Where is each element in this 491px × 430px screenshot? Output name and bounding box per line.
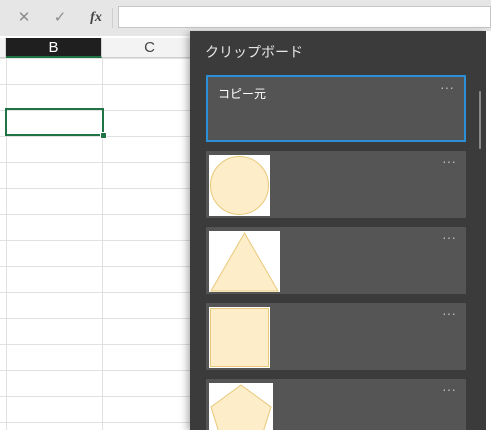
clipboard-item-text-label: コピー元 [218, 87, 267, 101]
column-header-c[interactable]: C [102, 38, 198, 58]
active-cell[interactable] [5, 108, 104, 136]
clipboard-item-triangle[interactable]: ··· [206, 227, 466, 294]
clipboard-item-text[interactable]: コピー元 ··· [206, 75, 466, 142]
more-options-icon[interactable]: ··· [442, 381, 456, 397]
more-options-icon[interactable]: ··· [442, 153, 456, 169]
clipboard-item-pentagon[interactable]: ··· [206, 379, 466, 430]
more-options-icon[interactable]: ··· [442, 305, 456, 321]
circle-thumbnail [209, 155, 270, 216]
formula-input[interactable] [118, 6, 491, 28]
clipboard-pane: クリップボード コピー元 ··· ··· ··· ··· ··· [190, 31, 486, 430]
column-header-b[interactable]: B [6, 38, 102, 58]
clipboard-title: クリップボード [205, 44, 303, 60]
clipboard-item-circle[interactable]: ··· [206, 151, 466, 218]
clipboard-item-square[interactable]: ··· [206, 303, 466, 370]
insert-function-fx-icon[interactable]: fx [84, 8, 108, 28]
more-options-icon[interactable]: ··· [440, 79, 454, 95]
pane-edge-strip [486, 31, 491, 430]
circle-shape [210, 156, 269, 215]
triangle-thumbnail [209, 231, 280, 292]
more-options-icon[interactable]: ··· [442, 229, 456, 245]
pentagon-thumbnail [209, 383, 273, 430]
cancel-x-icon[interactable]: ✕ [12, 8, 36, 28]
enter-check-icon[interactable]: ✓ [48, 8, 72, 28]
clipboard-scrollbar[interactable] [479, 91, 481, 149]
triangle-shape [210, 232, 279, 292]
fill-handle[interactable] [100, 132, 107, 139]
pentagon-shape [210, 384, 272, 430]
square-thumbnail [209, 307, 270, 368]
formula-bar-divider [112, 8, 113, 28]
square-shape [210, 308, 269, 367]
